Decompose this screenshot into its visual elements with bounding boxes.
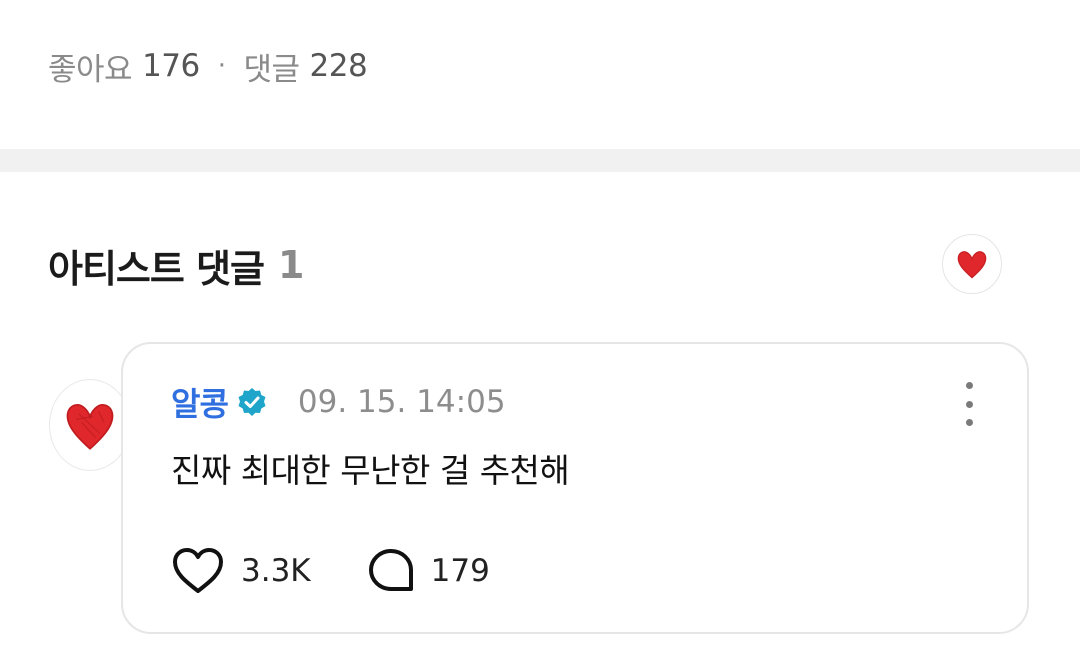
section-title: 아티스트 댓글 [48, 246, 265, 291]
comment-text: 진짜 최대한 무난한 걸 추천해 [171, 451, 570, 490]
reply-button[interactable]: 179 [367, 547, 490, 595]
stats-separator: · [217, 51, 226, 81]
red-heart-icon [66, 404, 114, 450]
comment-actions: 3.3K 179 [171, 546, 490, 596]
comment-label: 댓글 [243, 51, 301, 88]
section-divider [0, 149, 1080, 172]
comment-card: 알콩 09. 15. 14:05 진짜 최대한 무난한 걸 추천해 3.3K 1… [121, 342, 1029, 634]
like-button[interactable]: 3.3K [171, 547, 311, 595]
like-label: 좋아요 [48, 51, 133, 88]
commenter-avatar[interactable] [49, 379, 131, 471]
comment-author[interactable]: 알콩 [171, 379, 229, 425]
more-vertical-icon[interactable] [959, 382, 979, 426]
heart-outline-icon [173, 548, 223, 593]
like-count-label: 3.3K [241, 553, 311, 589]
post-comments-screen: 좋아요 176 · 댓글 228 아티스트 댓글 1 알콩 09. 15. 14… [0, 0, 1080, 672]
comment-count: 228 [309, 48, 368, 84]
reply-count-label: 179 [430, 553, 490, 589]
section-count: 1 [278, 243, 304, 287]
like-count: 176 [142, 48, 200, 84]
verified-badge-icon [236, 386, 268, 418]
comment-header: 알콩 09. 15. 14:05 [171, 380, 506, 424]
comment-timestamp: 09. 15. 14:05 [297, 384, 506, 420]
post-stats: 좋아요 176 · 댓글 228 [48, 44, 368, 88]
artist-filter-avatar[interactable] [942, 234, 1002, 294]
red-heart-icon [957, 251, 987, 279]
speech-bubble-icon [368, 549, 413, 591]
artist-comments-header: 아티스트 댓글 1 [48, 240, 304, 291]
